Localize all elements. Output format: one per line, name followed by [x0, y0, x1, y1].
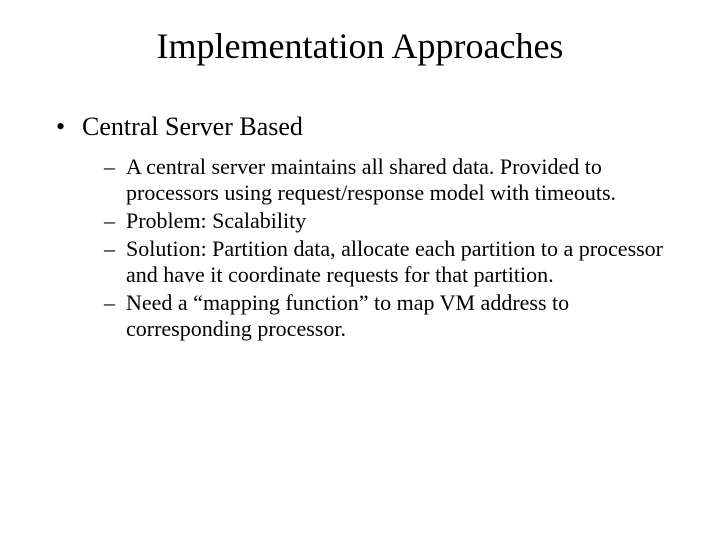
sub-bullet-list: A central server maintains all shared da…	[54, 154, 680, 342]
slide: Implementation Approaches Central Server…	[0, 0, 720, 540]
bullet-level-2: Need a “mapping function” to map VM addr…	[104, 290, 680, 342]
bullet-level-2: Solution: Partition data, allocate each …	[104, 236, 680, 288]
bullet-level-2: A central server maintains all shared da…	[104, 154, 680, 206]
bullet-level-1: Central Server Based	[54, 112, 680, 142]
content-area: Central Server Based A central server ma…	[0, 112, 720, 342]
bullet-level-2: Problem: Scalability	[104, 208, 680, 234]
page-title: Implementation Approaches	[0, 25, 720, 67]
